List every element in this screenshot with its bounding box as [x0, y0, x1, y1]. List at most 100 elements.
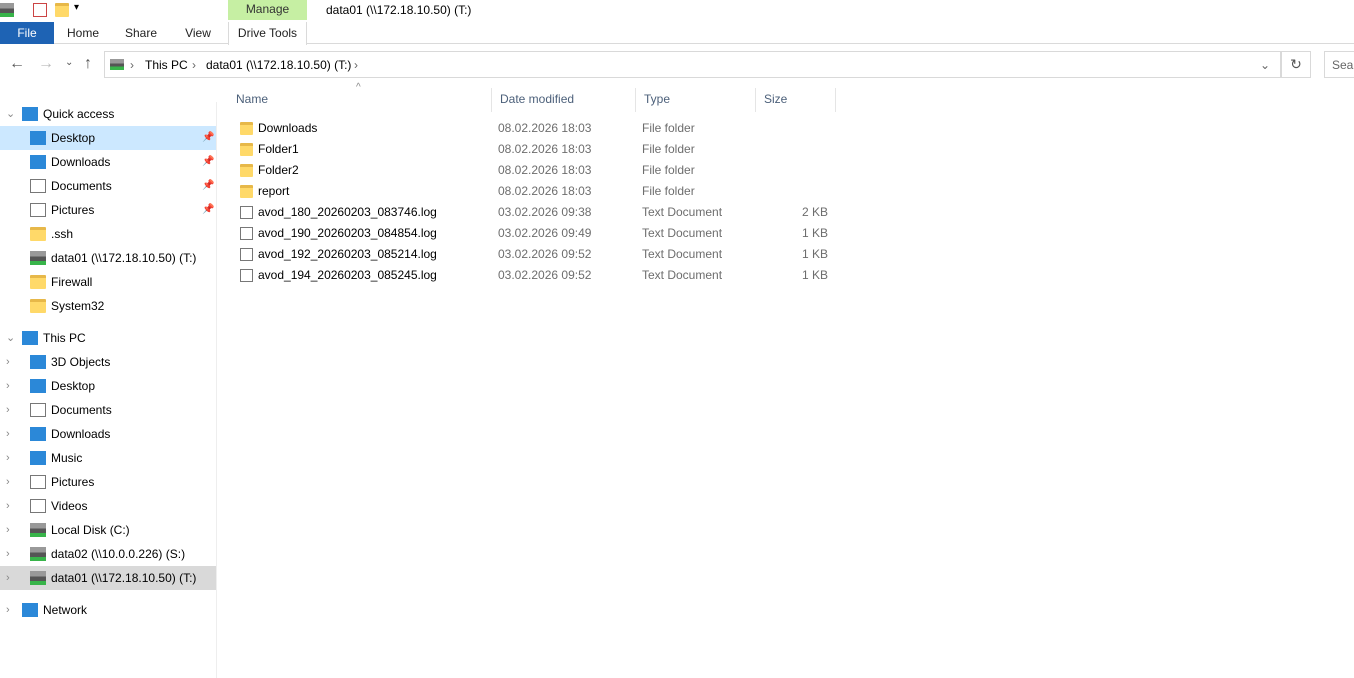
- sidebar-item[interactable]: Desktop 📌: [0, 126, 216, 150]
- file-type: File folder: [642, 121, 695, 135]
- search-input[interactable]: Sear: [1324, 51, 1354, 78]
- sidebar-item-label: Videos: [51, 499, 88, 513]
- up-button[interactable]: ↑: [84, 55, 92, 73]
- chevron-down-icon[interactable]: ⌄: [6, 102, 15, 126]
- chevron-right-icon[interactable]: ›: [6, 398, 10, 422]
- file-size: 2 KB: [801, 205, 828, 219]
- chevron-down-icon[interactable]: ⌄: [6, 326, 15, 350]
- chevron-right-icon[interactable]: ›: [6, 494, 10, 518]
- column-date-modified[interactable]: Date modified: [492, 88, 636, 112]
- pc-icon: [22, 331, 38, 345]
- sidebar-item[interactable]: › Music: [0, 446, 216, 470]
- back-button[interactable]: ←: [9, 55, 25, 73]
- sidebar-item[interactable]: › 3D Objects: [0, 350, 216, 374]
- chevron-right-icon[interactable]: ›: [6, 542, 10, 566]
- text-file-icon: [240, 227, 253, 240]
- file-size: 1 KB: [801, 268, 828, 282]
- column-size[interactable]: Size: [756, 88, 836, 112]
- file-name: avod_180_20260203_083746.log: [258, 205, 437, 219]
- chevron-right-icon[interactable]: ›: [6, 566, 10, 590]
- pin-icon[interactable]: 📌: [202, 198, 214, 222]
- address-bar[interactable]: › This PC › data01 (\\172.18.10.50) (T:)…: [104, 51, 1281, 78]
- file-row[interactable]: avod_192_20260203_085214.log 03.02.2026 …: [228, 244, 838, 265]
- sidebar-item[interactable]: Downloads 📌: [0, 150, 216, 174]
- tab-drive-tools[interactable]: Drive Tools: [228, 22, 307, 45]
- folder-icon: [240, 185, 253, 198]
- file-row[interactable]: Downloads 08.02.2026 18:03 File folder: [228, 118, 838, 139]
- breadcrumb-drive[interactable]: data01 (\\172.18.10.50) (T:): [206, 58, 351, 72]
- network-icon: [22, 603, 38, 617]
- tab-view[interactable]: View: [175, 22, 221, 44]
- tab-home[interactable]: Home: [60, 22, 106, 44]
- file-date: 03.02.2026 09:49: [498, 226, 592, 240]
- pin-icon[interactable]: 📌: [202, 150, 214, 174]
- sidebar-item-label: data02 (\\10.0.0.226) (S:): [51, 547, 186, 561]
- file-type: Text Document: [642, 247, 723, 261]
- sidebar-item[interactable]: › Desktop: [0, 374, 216, 398]
- sidebar-item[interactable]: › Local Disk (C:): [0, 518, 216, 542]
- sidebar-item[interactable]: › Downloads: [0, 422, 216, 446]
- sidebar-item[interactable]: › data02 (\\10.0.0.226) (S:): [0, 542, 216, 566]
- pin-icon[interactable]: 📌: [202, 126, 214, 150]
- documents-icon: [30, 403, 46, 417]
- chevron-right-icon[interactable]: ›: [6, 350, 10, 374]
- tab-share[interactable]: Share: [118, 22, 164, 44]
- sidebar-item-label: Documents: [51, 179, 112, 193]
- customize-dropdown-icon[interactable]: ▾: [74, 2, 79, 13]
- sidebar-item[interactable]: › Documents: [0, 398, 216, 422]
- forward-button[interactable]: →: [38, 55, 54, 73]
- address-dropdown-icon[interactable]: ⌄: [1260, 58, 1270, 72]
- file-row[interactable]: report 08.02.2026 18:03 File folder: [228, 181, 838, 202]
- column-headers: ^ Name Date modified Type Size: [228, 82, 838, 112]
- sidebar-item-label: This PC: [43, 331, 86, 345]
- chevron-right-icon[interactable]: ›: [6, 422, 10, 446]
- new-folder-icon[interactable]: [55, 3, 69, 17]
- chevron-right-icon[interactable]: ›: [6, 598, 10, 622]
- window-title: data01 (\\172.18.10.50) (T:): [326, 3, 472, 17]
- sidebar-item[interactable]: Documents 📌: [0, 174, 216, 198]
- file-row[interactable]: avod_194_20260203_085245.log 03.02.2026 …: [228, 265, 838, 286]
- file-row[interactable]: Folder2 08.02.2026 18:03 File folder: [228, 160, 838, 181]
- breadcrumb-chevron[interactable]: ›: [354, 58, 358, 72]
- recent-locations-button[interactable]: ⌄: [65, 57, 73, 68]
- file-row[interactable]: avod_190_20260203_084854.log 03.02.2026 …: [228, 223, 838, 244]
- file-row[interactable]: avod_180_20260203_083746.log 03.02.2026 …: [228, 202, 838, 223]
- folder-icon: [240, 164, 253, 177]
- refresh-button[interactable]: ↻: [1281, 51, 1311, 78]
- sidebar-item[interactable]: Pictures 📌: [0, 198, 216, 222]
- file-name: avod_194_20260203_085245.log: [258, 268, 437, 282]
- sidebar-item-label: Desktop: [51, 131, 96, 145]
- pictures-icon: [30, 475, 46, 489]
- chevron-right-icon[interactable]: ›: [6, 518, 10, 542]
- breadcrumb-this-pc[interactable]: This PC: [145, 58, 188, 72]
- file-date: 08.02.2026 18:03: [498, 184, 592, 198]
- manage-context-tab[interactable]: Manage: [228, 0, 307, 20]
- sidebar-item[interactable]: › Network: [0, 598, 216, 622]
- sidebar-item[interactable]: › Videos: [0, 494, 216, 518]
- sidebar-item[interactable]: ⌄ This PC: [0, 326, 216, 350]
- sidebar-item[interactable]: › data01 (\\172.18.10.50) (T:): [0, 566, 216, 590]
- sidebar-item[interactable]: .ssh: [0, 222, 216, 246]
- chevron-right-icon[interactable]: ›: [6, 446, 10, 470]
- tab-file[interactable]: File: [0, 22, 54, 44]
- sidebar-item[interactable]: ⌄ Quick access: [0, 102, 216, 126]
- properties-icon[interactable]: [33, 3, 47, 17]
- chevron-right-icon[interactable]: ›: [6, 374, 10, 398]
- sidebar-item[interactable]: System32: [0, 294, 216, 318]
- text-file-icon: [240, 206, 253, 219]
- sidebar-item[interactable]: › Pictures: [0, 470, 216, 494]
- column-type[interactable]: Type: [636, 88, 756, 112]
- sidebar-item[interactable]: Firewall: [0, 270, 216, 294]
- breadcrumb-separator: ›: [130, 58, 134, 72]
- sidebar-item-label: Pictures: [51, 203, 95, 217]
- file-date: 03.02.2026 09:52: [498, 268, 592, 282]
- file-type: Text Document: [642, 205, 723, 219]
- chevron-right-icon[interactable]: ›: [6, 470, 10, 494]
- file-type: File folder: [642, 142, 695, 156]
- drive-icon[interactable]: [0, 3, 14, 17]
- column-name[interactable]: Name: [228, 88, 492, 112]
- sidebar-item[interactable]: data01 (\\172.18.10.50) (T:): [0, 246, 216, 270]
- file-row[interactable]: Folder1 08.02.2026 18:03 File folder: [228, 139, 838, 160]
- pin-icon[interactable]: 📌: [202, 174, 214, 198]
- text-file-icon: [240, 269, 253, 282]
